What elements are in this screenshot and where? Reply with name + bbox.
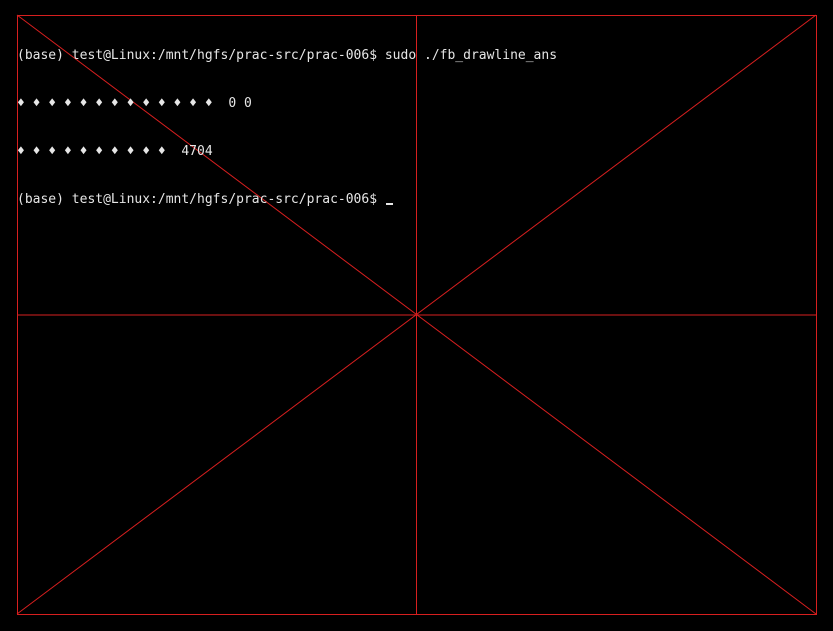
terminal-prompt-text: (base) test@Linux:/mnt/hgfs/prac-src/pra…: [17, 192, 385, 207]
terminal-line-output-1: ♦ ♦ ♦ ♦ ♦ ♦ ♦ ♦ ♦ ♦ ♦ ♦ ♦ 0 0: [17, 96, 252, 111]
terminal-output: (base) test@Linux:/mnt/hgfs/prac-src/pra…: [17, 16, 557, 224]
terminal-line-command: (base) test@Linux:/mnt/hgfs/prac-src/pra…: [17, 48, 558, 63]
terminal-line-prompt[interactable]: (base) test@Linux:/mnt/hgfs/prac-src/pra…: [17, 192, 557, 208]
terminal-cursor: [385, 203, 393, 205]
terminal-line-output-2: ♦ ♦ ♦ ♦ ♦ ♦ ♦ ♦ ♦ ♦ 4704: [17, 144, 213, 159]
